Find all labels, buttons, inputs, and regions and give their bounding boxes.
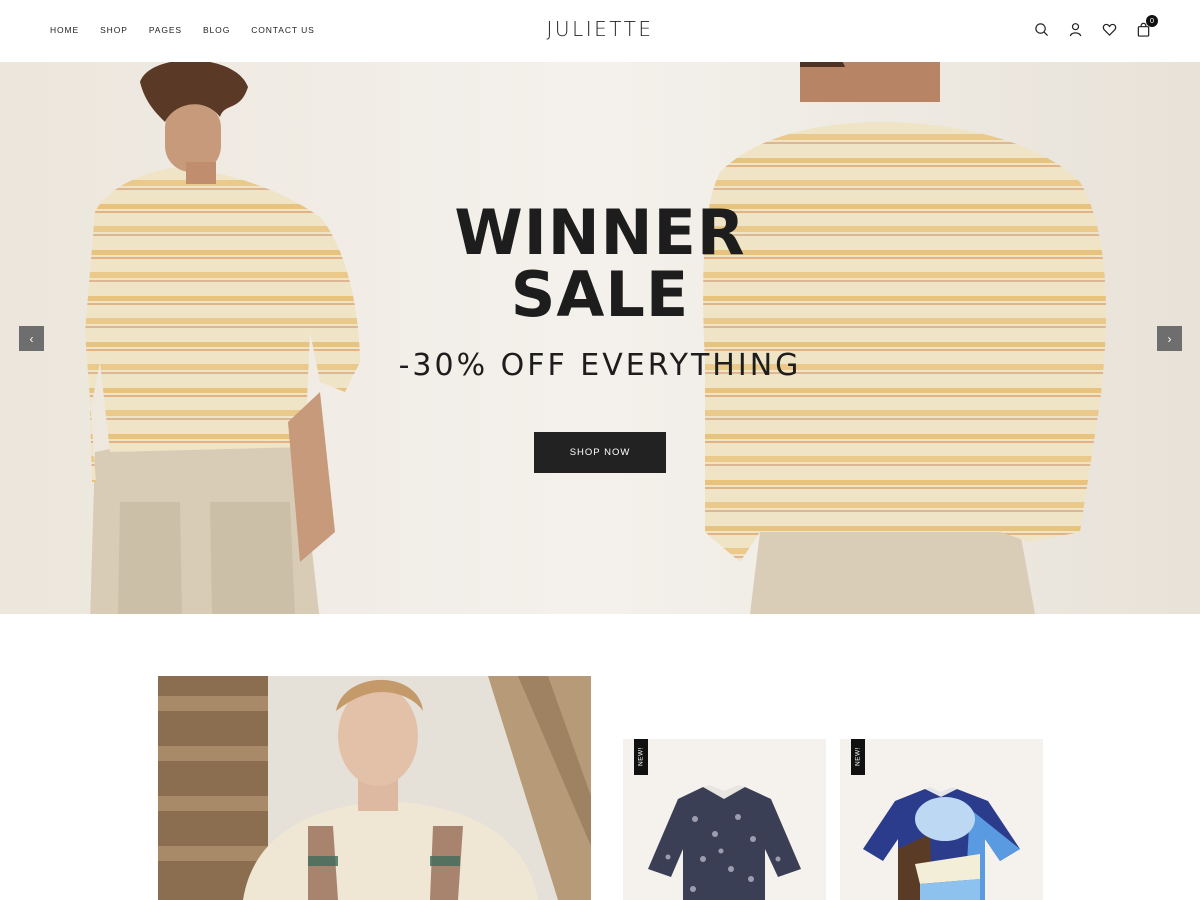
featured-collection-image[interactable] bbox=[158, 676, 591, 900]
user-icon[interactable] bbox=[1066, 20, 1084, 38]
heart-icon[interactable] bbox=[1100, 20, 1118, 38]
slider-prev-button[interactable]: ‹ bbox=[19, 326, 44, 351]
hero-image bbox=[85, 62, 1106, 614]
new-badge: NEW! bbox=[851, 739, 865, 775]
search-icon[interactable] bbox=[1032, 20, 1050, 38]
hero-title-line1: WINNER bbox=[454, 196, 746, 269]
chevron-left-icon: ‹ bbox=[29, 331, 34, 346]
patterned-shirt-image bbox=[648, 785, 801, 900]
bag-icon[interactable]: 0 bbox=[1134, 15, 1158, 38]
shop-now-button[interactable]: SHOP NOW bbox=[534, 432, 666, 473]
chevron-right-icon: › bbox=[1167, 331, 1172, 346]
header-icons: 0 bbox=[1032, 15, 1158, 38]
hero-banner: WINNER SALE -30% OFF EVERYTHING SHOP NOW… bbox=[0, 62, 1200, 614]
slider-next-button[interactable]: › bbox=[1157, 326, 1182, 351]
new-badge: NEW! bbox=[634, 739, 648, 775]
featured-model-photo bbox=[158, 676, 591, 900]
hero-title: WINNER SALE bbox=[0, 202, 1200, 326]
hero-subtitle: -30% OFF EVERYTHING bbox=[398, 348, 802, 383]
hero-title-line2: SALE bbox=[510, 258, 690, 331]
graphic-tshirt-image bbox=[863, 787, 1020, 900]
product-card[interactable]: NEW! bbox=[840, 739, 1043, 900]
cart-count-badge: 0 bbox=[1146, 15, 1158, 27]
site-header: HOME SHOP PAGES BLOG CONTACT US JULIETTE… bbox=[0, 0, 1200, 62]
product-card[interactable]: NEW! bbox=[623, 739, 826, 900]
site-logo[interactable]: JULIETTE bbox=[0, 17, 1200, 41]
